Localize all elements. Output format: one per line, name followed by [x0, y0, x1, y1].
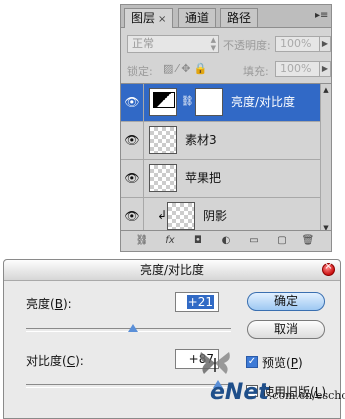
- layer-name: 苹果把: [185, 171, 222, 185]
- butterfly-logo-icon: [200, 352, 230, 374]
- layer-mask-thumbnail[interactable]: [195, 88, 223, 116]
- trash-icon[interactable]: 🗑: [301, 234, 315, 248]
- watermark: eNet.com.cn/eschool: [210, 380, 345, 405]
- watermark-url: .com.cn/eschool: [268, 389, 345, 402]
- lock-label: 锁定:: [127, 65, 153, 78]
- brightness-label: 亮度(B):: [26, 297, 72, 311]
- eye-icon[interactable]: 👁: [121, 160, 144, 197]
- new-group-icon[interactable]: ▭: [247, 234, 261, 248]
- watermark-brand: eNet: [210, 380, 269, 405]
- scroll-up-icon[interactable]: ▲: [321, 86, 331, 94]
- close-icon[interactable]: [322, 261, 335, 276]
- preview-label: 预览(P): [262, 356, 303, 370]
- blend-mode-select[interactable]: 正常 ▲ ▼: [127, 35, 219, 53]
- clipping-mask-icon: ↲: [157, 208, 168, 222]
- panel-footer: ⛓ fx ◘ ◐ ▭ ▢ 🗑: [121, 230, 331, 251]
- dialog-title: 亮度/对比度: [139, 263, 205, 277]
- new-layer-icon[interactable]: ▢: [275, 234, 289, 248]
- panel-tabs: 图层 × 通道 路径 ▸≡: [121, 5, 331, 28]
- contrast-slider-track[interactable]: [26, 384, 231, 388]
- fill-label: 填充:: [243, 65, 269, 78]
- layers-list: 👁 ⛓ 亮度/对比度 👁 素材3 👁 苹果把 👁 ↲ 阴影 ▲ ▼: [121, 83, 331, 236]
- opacity-label: 不透明度:: [223, 39, 271, 52]
- layer-name: 素材3: [185, 133, 217, 147]
- tab-layers-label: 图层: [131, 11, 156, 25]
- tab-close-icon[interactable]: ×: [158, 14, 166, 25]
- fx-icon[interactable]: fx: [163, 234, 177, 248]
- add-mask-icon[interactable]: ◘: [191, 234, 205, 248]
- brightness-input[interactable]: +21: [175, 292, 219, 312]
- lock-icons[interactable]: ▨⁄✥🔒: [163, 62, 210, 75]
- updown-arrow-icon: ▲ ▼: [210, 36, 216, 52]
- layer-thumbnail: [167, 202, 195, 230]
- tab-paths[interactable]: 路径: [220, 8, 259, 27]
- preview-label-text: 预览: [262, 356, 287, 370]
- dialog-titlebar[interactable]: 亮度/对比度: [4, 260, 340, 281]
- blend-mode-value: 正常: [132, 37, 154, 50]
- cancel-button[interactable]: 取消: [247, 320, 325, 339]
- link-chain-icon[interactable]: ⛓: [181, 96, 194, 107]
- adjustment-layer-icon[interactable]: ◐: [219, 234, 233, 248]
- layers-panel: 图层 × 通道 路径 ▸≡ 正常 ▲ ▼ 不透明度: 100% ▶ 锁定: ▨⁄✥🔒…: [120, 4, 332, 252]
- preview-checkbox[interactable]: ✓: [246, 356, 258, 368]
- brightness-key: B: [54, 297, 63, 311]
- brightness-slider-knob[interactable]: [127, 324, 138, 332]
- opacity-arrow-icon[interactable]: ▶: [319, 36, 331, 52]
- ok-button[interactable]: 确定: [247, 292, 325, 311]
- contrast-label: 对比度(C):: [26, 354, 84, 368]
- adjustment-thumbnail: [149, 88, 177, 116]
- brightness-label-text: 亮度: [26, 297, 51, 311]
- tab-channels[interactable]: 通道: [178, 8, 217, 27]
- blend-row: 正常 ▲ ▼ 不透明度: 100% ▶: [127, 35, 331, 55]
- tab-channels-label: 通道: [185, 11, 210, 25]
- brightness-value: +21: [186, 295, 214, 309]
- layer-row-brightness[interactable]: 👁 ⛓ 亮度/对比度: [121, 84, 321, 122]
- panel-menu-icon[interactable]: ▸≡: [315, 10, 328, 22]
- tab-paths-label: 路径: [227, 11, 252, 25]
- layers-scrollbar[interactable]: ▲ ▼: [320, 84, 331, 234]
- opacity-field[interactable]: 100%: [275, 36, 321, 52]
- fill-field[interactable]: 100%: [275, 61, 321, 77]
- layer-thumbnail: [149, 164, 177, 192]
- preview-key: P: [290, 356, 298, 370]
- lock-row: 锁定: ▨⁄✥🔒 填充: 100% ▶: [127, 61, 331, 79]
- eye-icon[interactable]: 👁: [121, 122, 144, 159]
- fill-arrow-icon[interactable]: ▶: [319, 61, 331, 77]
- layer-thumbnail: [149, 126, 177, 154]
- layer-row-apple-stem[interactable]: 👁 苹果把: [121, 160, 321, 198]
- tab-layers[interactable]: 图层 ×: [124, 8, 174, 28]
- eye-icon[interactable]: 👁: [121, 84, 144, 121]
- contrast-label-text: 对比度: [26, 354, 63, 368]
- layer-row-material3[interactable]: 👁 素材3: [121, 122, 321, 160]
- layer-name: 亮度/对比度: [231, 95, 296, 109]
- link-layers-icon[interactable]: ⛓: [135, 234, 149, 248]
- contrast-key: C: [66, 354, 76, 368]
